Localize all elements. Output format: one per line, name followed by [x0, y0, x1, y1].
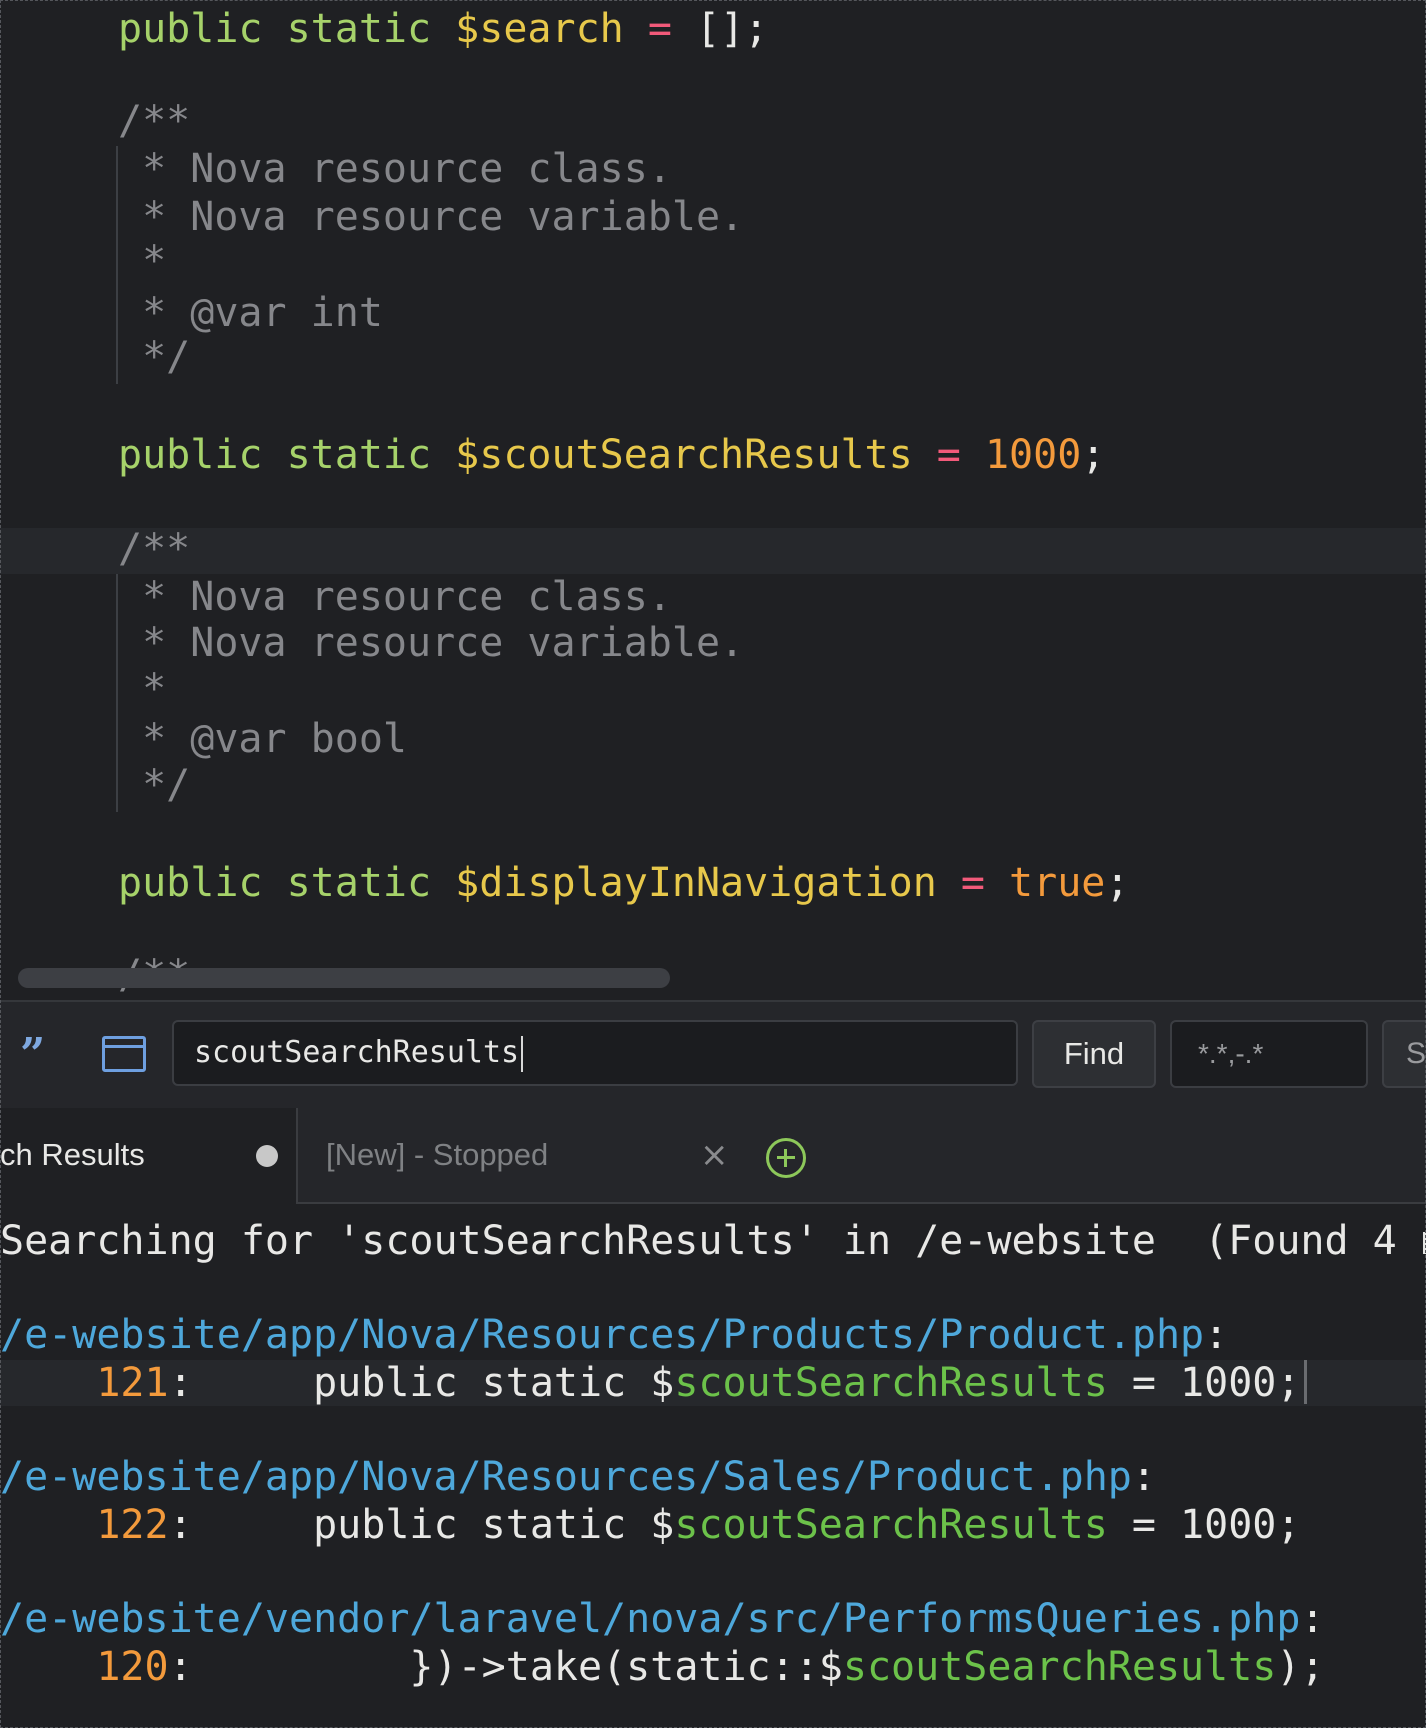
code-line[interactable]: public static $displayInNavigation = tru… [118, 860, 1129, 906]
comment-line[interactable]: */ [118, 762, 190, 808]
results-summary: Searching for 'scoutSearchResults' in /e… [0, 1218, 1426, 1264]
window-icon[interactable] [102, 1036, 146, 1072]
comment-line[interactable]: /** [118, 526, 190, 572]
find-button[interactable]: Find [1032, 1020, 1156, 1088]
quote-icon[interactable]: ” [20, 1033, 45, 1077]
horizontal-scrollbar[interactable] [18, 968, 670, 988]
comment-line[interactable]: * Nova resource class. [118, 146, 672, 192]
comment-line[interactable]: * Nova resource variable. [118, 620, 744, 666]
where-input[interactable]: *.*,-.* [1170, 1020, 1368, 1088]
comment-line[interactable]: * Nova resource class. [118, 574, 672, 620]
close-icon[interactable]: × [700, 1130, 729, 1180]
add-tab-icon[interactable] [766, 1138, 806, 1178]
tab-find-results[interactable]: ch Results [0, 1108, 298, 1204]
comment-line[interactable]: * Nova resource variable. [118, 194, 744, 240]
result-match-line[interactable]: 121: public static $scoutSearchResults =… [0, 1360, 1308, 1406]
tab-label: ch Results [0, 1137, 145, 1172]
search-query: scoutSearchResults [194, 1035, 520, 1070]
tab-label: [New] - Stopped [326, 1137, 549, 1172]
text-caret [521, 1035, 524, 1072]
current-line-highlight [0, 528, 1426, 574]
result-file-path[interactable]: /e-website/vendor/laravel/nova/src/Perfo… [0, 1596, 1325, 1642]
comment-line[interactable]: * [118, 238, 166, 284]
result-match-line[interactable]: 122: public static $scoutSearchResults =… [0, 1502, 1300, 1548]
comment-line[interactable]: */ [118, 334, 190, 380]
result-file-path[interactable]: /e-website/app/Nova/Resources/Products/P… [0, 1312, 1228, 1358]
code-line[interactable]: public static $scoutSearchResults = 1000… [118, 432, 1105, 478]
search-input[interactable]: scoutSearchResults [172, 1020, 1018, 1086]
truncated-button[interactable]: S [1382, 1020, 1426, 1088]
comment-line[interactable]: * [118, 666, 166, 712]
text-caret [1304, 1360, 1308, 1404]
code-line[interactable]: public static $search = []; [118, 6, 768, 52]
comment-line[interactable]: * @var int [118, 290, 383, 336]
result-match-line[interactable]: 120: })->take(static::$scoutSearchResult… [0, 1644, 1324, 1690]
comment-line[interactable]: /** [118, 98, 190, 144]
tab-new-stopped[interactable]: [New] - Stopped [300, 1108, 740, 1202]
code-editor[interactable]: public static $search = []; /** * Nova r… [0, 0, 1426, 1000]
result-file-path[interactable]: /e-website/app/Nova/Resources/Sales/Prod… [0, 1454, 1156, 1500]
comment-line[interactable]: * @var bool [118, 716, 407, 762]
unsaved-dot-icon [256, 1145, 278, 1167]
